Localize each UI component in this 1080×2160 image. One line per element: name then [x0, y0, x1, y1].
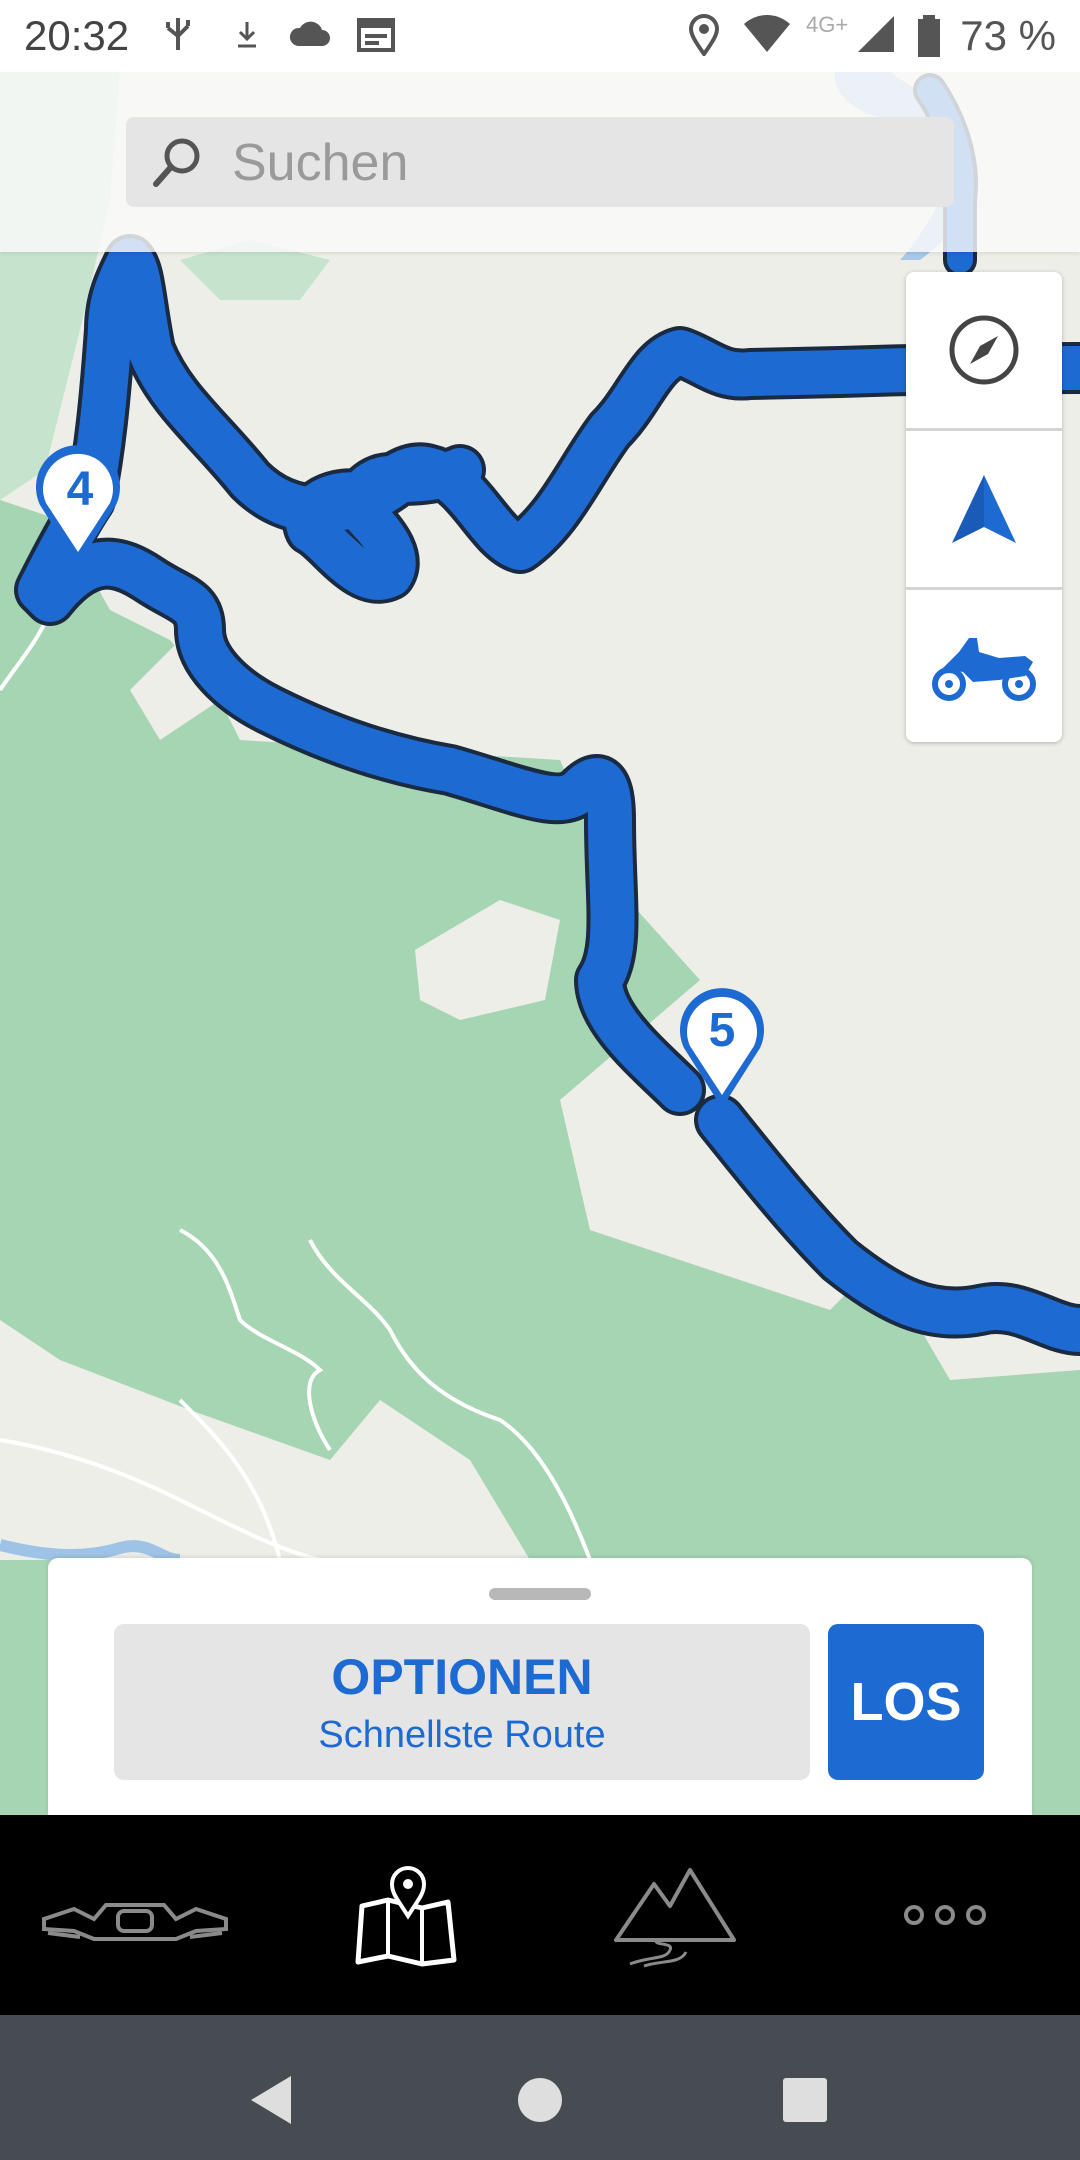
- recents-icon: [783, 2078, 827, 2122]
- search-input[interactable]: Suchen: [126, 117, 954, 207]
- battery-icon: [918, 15, 940, 57]
- cloud-icon: [289, 21, 330, 46]
- back-button[interactable]: [225, 2055, 315, 2145]
- wifi-icon: [744, 15, 790, 52]
- compass-icon: [949, 315, 1019, 385]
- status-bar: 20:32 4G+ 73 %: [0, 0, 1080, 72]
- recents-button[interactable]: [760, 2055, 850, 2145]
- more-dots-icon: [904, 1905, 986, 1925]
- nav-item-cockpit[interactable]: [0, 1815, 270, 2015]
- map-controls: [906, 272, 1062, 742]
- bottom-nav: [0, 1815, 1080, 2015]
- waypoint-label-5: 5: [709, 1004, 736, 1057]
- home-icon: [518, 2078, 562, 2122]
- back-icon: [251, 2076, 291, 2124]
- route-panel: OPTIONEN Schnellste Route LOS: [48, 1558, 1032, 1815]
- network-type-label: 4G+: [806, 12, 849, 37]
- nav-item-map[interactable]: [270, 1815, 540, 2015]
- waypoint-label-4: 4: [67, 463, 94, 516]
- recenter-button[interactable]: [906, 431, 1062, 587]
- options-subtitle: Schnellste Route: [318, 1714, 606, 1756]
- search-panel: Suchen: [0, 72, 1080, 252]
- mountains-road-icon: [614, 1868, 736, 1968]
- calendar-icon: [357, 18, 395, 52]
- compass-button[interactable]: [906, 272, 1062, 428]
- system-navigation-bar: [0, 2015, 1080, 2160]
- home-button[interactable]: [495, 2055, 585, 2145]
- nav-item-tours[interactable]: [540, 1815, 810, 2015]
- navigation-arrow-icon: [952, 475, 1016, 543]
- options-title: OPTIONEN: [331, 1649, 593, 1705]
- signal-icon: [858, 16, 894, 52]
- download-icon: [238, 22, 256, 48]
- usb-icon: [166, 18, 190, 50]
- battery-percent: 73 %: [960, 12, 1056, 59]
- vehicle-mode-button[interactable]: [906, 590, 1062, 742]
- motorcycle-cockpit-icon: [42, 1903, 228, 1941]
- go-button[interactable]: LOS: [828, 1624, 984, 1780]
- search-placeholder: Suchen: [232, 134, 409, 192]
- options-button[interactable]: OPTIONEN Schnellste Route: [114, 1624, 810, 1780]
- drag-handle[interactable]: [489, 1588, 591, 1600]
- map-pin-icon: [355, 1866, 457, 1967]
- location-icon: [688, 14, 720, 56]
- status-time: 20:32: [24, 12, 130, 59]
- nav-item-more[interactable]: [810, 1815, 1080, 2015]
- search-icon: [153, 138, 200, 187]
- motorcycle-icon: [932, 638, 1036, 701]
